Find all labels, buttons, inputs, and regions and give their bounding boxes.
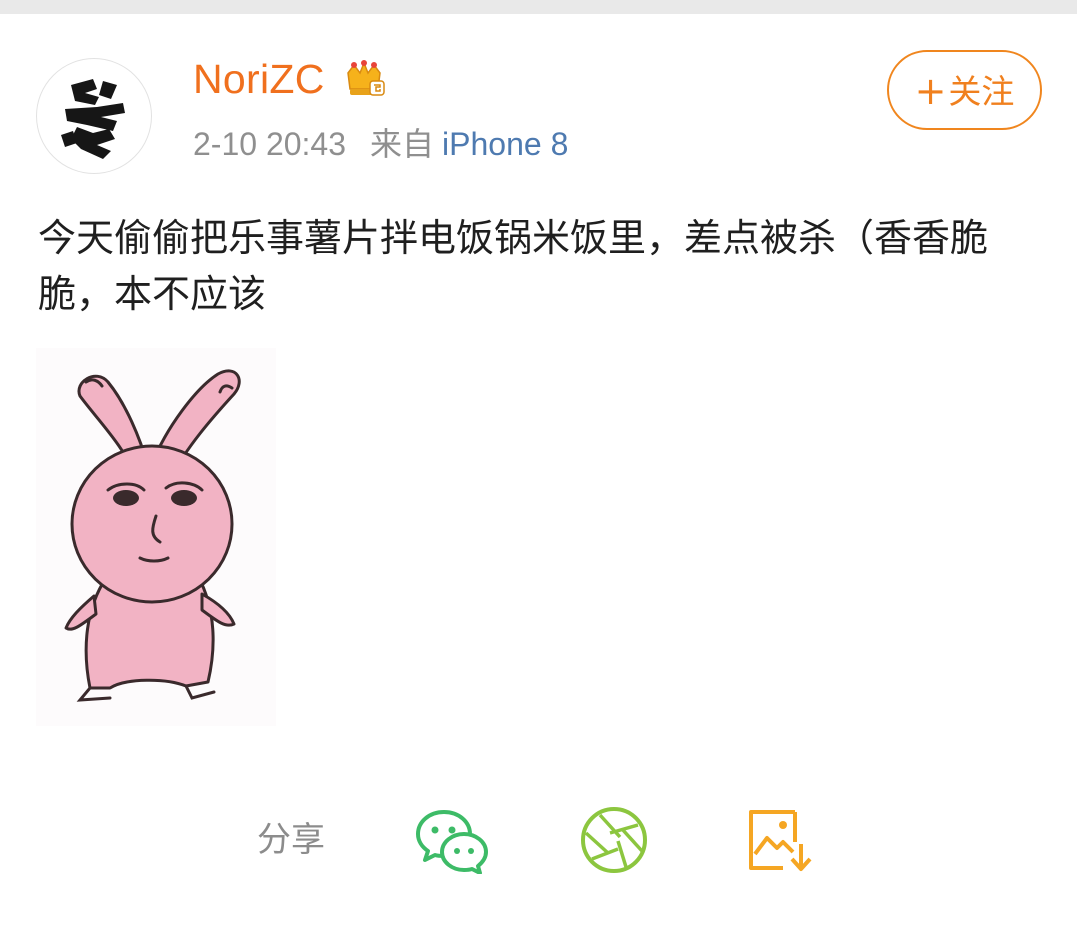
follow-button[interactable]: +关注 [887,50,1042,130]
post-meta: 2-10 20:43 来自 iPhone 8 [193,124,568,164]
top-divider-bar [0,0,1077,14]
wechat-icon[interactable] [414,806,490,874]
pink-rabbit-sticker-icon [64,369,241,702]
wechat-moments-icon[interactable] [578,805,650,875]
follow-label: 关注 [948,72,1015,111]
vip-crown-icon [342,59,386,99]
avatar[interactable] [36,58,152,174]
post-time: 2-10 20:43 [193,126,347,162]
share-label: 分享 [257,820,325,860]
source-device-link[interactable]: iPhone 8 [442,126,568,162]
post-image[interactable] [36,348,276,726]
avatar-logo-icon [61,79,125,159]
plus-icon: + [914,69,947,113]
source-label: 来自 [370,126,435,162]
username[interactable]: NoriZC [193,56,325,102]
save-image-icon[interactable] [745,808,813,874]
post-text: 今天偷偷把乐事薯片拌电饭锅米饭里，差点被杀（香香脆脆，本不应该 [38,216,989,316]
